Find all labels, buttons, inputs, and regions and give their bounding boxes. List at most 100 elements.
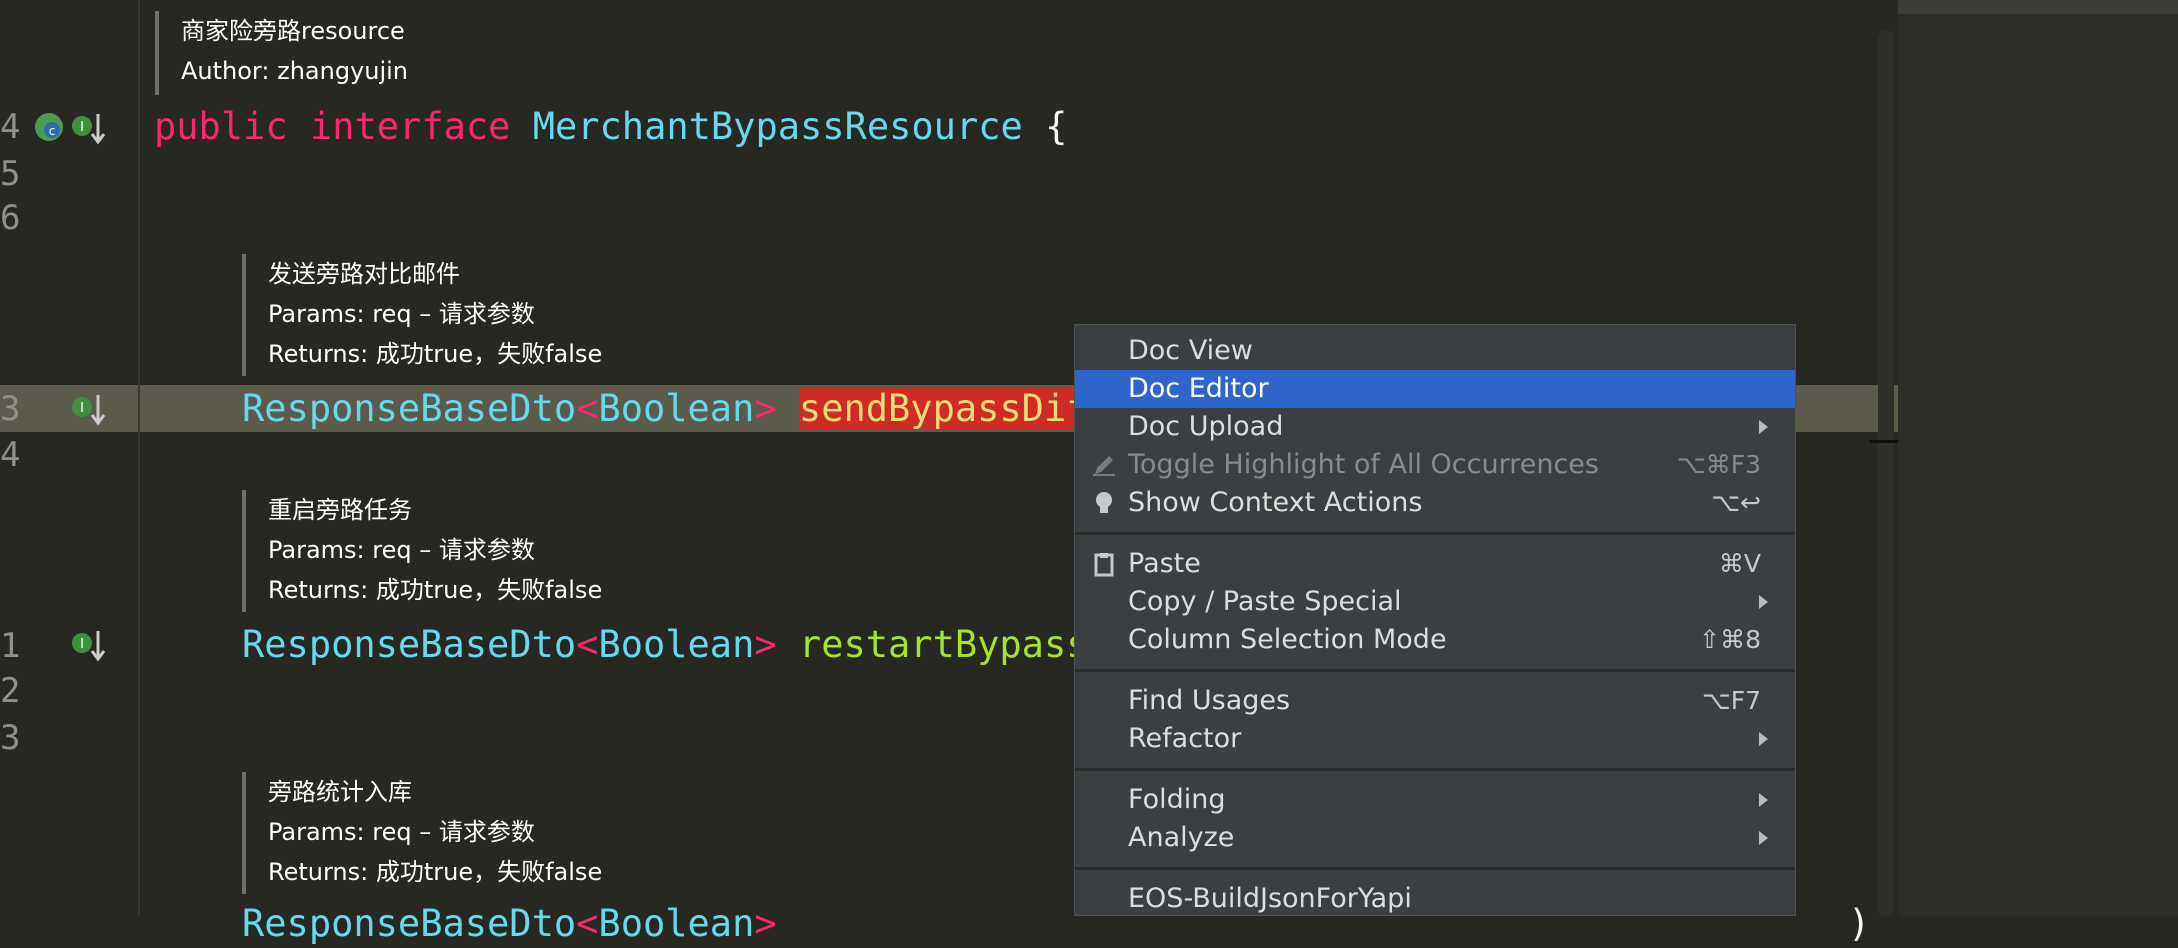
implemented-down-icon[interactable]: I (70, 112, 106, 146)
generic-close: > (754, 623, 777, 666)
doc-line: Params: req – 请求参数 (268, 536, 535, 564)
code-line-restart-bypass[interactable]: ResponseBaseDto<Boolean> restartBypass (242, 621, 1089, 669)
lightbulb-icon (1096, 492, 1112, 513)
code-line-interface[interactable]: public interface MerchantBypassResource … (154, 103, 1067, 151)
method-name: restartBypass (798, 623, 1089, 666)
line-number: 5 (0, 154, 21, 194)
menu-item-copy-paste-special[interactable]: Copy / Paste Special (1075, 583, 1795, 621)
svg-text:I: I (80, 120, 84, 135)
submenu-arrow-icon (1759, 831, 1768, 845)
doc-line: Params: req – 请求参数 (268, 818, 535, 846)
menu-item-label: Doc Upload (1128, 411, 1284, 442)
menu-item-eos-build-json[interactable]: EOS-BuildJsonForYapi (1075, 880, 1795, 915)
doc-line: 商家险旁路resource (181, 17, 405, 45)
line-number: 3 (0, 718, 21, 758)
submenu-arrow-icon (1759, 732, 1768, 746)
generic-open: < (576, 623, 599, 666)
svg-text:I: I (80, 401, 84, 416)
return-type: ResponseBaseDto (242, 902, 577, 945)
gutter-divider (138, 0, 140, 916)
menu-item-show-context-actions[interactable]: Show Context Actions ⌥↩ (1075, 484, 1795, 522)
javadoc-block: 商家险旁路resource Author: zhangyujin (155, 11, 408, 95)
generic-type: Boolean (598, 387, 755, 430)
javadoc-block: 旁路统计入库 Params: req – 请求参数 Returns: 成功tru… (242, 772, 602, 894)
vertical-scrollbar[interactable] (1878, 30, 1894, 916)
menu-item-label: Column Selection Mode (1128, 624, 1447, 655)
code-line-send-bypass[interactable]: ResponseBaseDto<Boolean> sendBypassDif (242, 385, 1089, 433)
scroll-position-marker (1870, 440, 1898, 443)
return-type: ResponseBaseDto (242, 387, 577, 430)
menu-item-toggle-highlight[interactable]: Toggle Highlight of All Occurrences ⌥⌘F3 (1075, 446, 1795, 484)
menu-item-folding[interactable]: Folding (1075, 781, 1795, 819)
menu-item-doc-editor[interactable]: Doc Editor (1075, 370, 1795, 408)
menu-item-label: Analyze (1128, 822, 1235, 853)
menu-item-shortcut: ⌥F7 (1701, 686, 1761, 715)
doc-line: Returns: 成功true，失败false (268, 576, 603, 604)
submenu-arrow-icon (1759, 420, 1768, 434)
doc-line: 重启旁路任务 (268, 496, 412, 524)
menu-item-shortcut: ⌥⌘F3 (1676, 450, 1761, 479)
menu-item-label: Copy / Paste Special (1128, 586, 1402, 617)
right-side-panel (1898, 0, 2178, 916)
menu-item-label: Find Usages (1128, 685, 1291, 716)
menu-item-paste[interactable]: Paste ⌘V (1075, 545, 1795, 583)
editor-context-menu[interactable]: Doc View Doc Editor Doc Upload Toggle Hi… (1074, 324, 1796, 916)
generic-open: < (576, 902, 599, 945)
menu-item-doc-view[interactable]: Doc View (1075, 332, 1795, 370)
menu-item-label: EOS-BuildJsonForYapi (1128, 883, 1412, 914)
generic-close: > (754, 902, 777, 945)
line-number: 2 (0, 671, 21, 711)
method-name-highlighted: sendBypassDif (798, 387, 1089, 430)
implemented-down-icon[interactable]: I (70, 629, 106, 663)
submenu-arrow-icon (1759, 595, 1768, 609)
doc-line: Params: req – 请求参数 (268, 300, 535, 328)
doc-line: Returns: 成功true，失败false (268, 340, 603, 368)
panel-header-strip (1898, 0, 2178, 14)
menu-item-shortcut: ⌥↩ (1711, 488, 1761, 517)
svg-text:c: c (49, 124, 56, 138)
menu-item-column-selection-mode[interactable]: Column Selection Mode ⇧⌘8 (1075, 621, 1795, 659)
generic-open: < (576, 387, 599, 430)
menu-item-shortcut: ⌘V (1718, 549, 1761, 578)
spring-bean-icon[interactable]: c (34, 110, 66, 144)
line-number: 6 (0, 198, 21, 238)
interface-name: MerchantBypassResource (532, 105, 1023, 148)
menu-item-label: Folding (1128, 784, 1226, 815)
doc-line: 旁路统计入库 (268, 778, 412, 806)
generic-type: Boolean (598, 902, 755, 945)
generic-type: Boolean (598, 623, 755, 666)
pencil-icon (1093, 456, 1115, 476)
keyword: public (154, 105, 288, 148)
menu-item-refactor[interactable]: Refactor (1075, 720, 1795, 758)
clipboard-icon (1094, 553, 1114, 577)
line-number: 1 (0, 626, 21, 666)
javadoc-block: 发送旁路对比邮件 Params: req – 请求参数 Returns: 成功t… (242, 254, 602, 376)
menu-item-doc-upload[interactable]: Doc Upload (1075, 408, 1795, 446)
doc-line: 发送旁路对比邮件 (268, 260, 460, 288)
svg-text:I: I (80, 637, 84, 652)
doc-line: Author: zhangyujin (181, 57, 409, 85)
generic-close: > (754, 387, 777, 430)
menu-item-label: Doc Editor (1128, 373, 1269, 404)
menu-item-label: Toggle Highlight of All Occurrences (1128, 449, 1599, 480)
menu-item-analyze[interactable]: Analyze (1075, 819, 1795, 857)
menu-separator (1075, 867, 1795, 870)
menu-separator (1075, 768, 1795, 771)
menu-item-label: Show Context Actions (1128, 487, 1423, 518)
menu-item-find-usages[interactable]: Find Usages ⌥F7 (1075, 682, 1795, 720)
return-type: ResponseBaseDto (242, 623, 577, 666)
doc-line: Returns: 成功true，失败false (268, 858, 603, 886)
keyword: interface (309, 105, 511, 148)
menu-item-label: Doc View (1128, 335, 1253, 366)
menu-separator (1075, 532, 1795, 535)
submenu-arrow-icon (1759, 793, 1768, 807)
menu-separator (1075, 669, 1795, 672)
line-number: 4 (0, 435, 21, 475)
menu-item-label: Refactor (1128, 723, 1242, 754)
menu-item-label: Paste (1128, 548, 1201, 579)
implemented-down-icon[interactable]: I (70, 393, 106, 427)
code-line-partial[interactable]: ResponseBaseDto<Boolean> (242, 900, 777, 948)
line-number: 3 (0, 389, 21, 429)
closing-paren: ) (1848, 902, 1871, 945)
javadoc-block: 重启旁路任务 Params: req – 请求参数 Returns: 成功tru… (242, 490, 602, 612)
